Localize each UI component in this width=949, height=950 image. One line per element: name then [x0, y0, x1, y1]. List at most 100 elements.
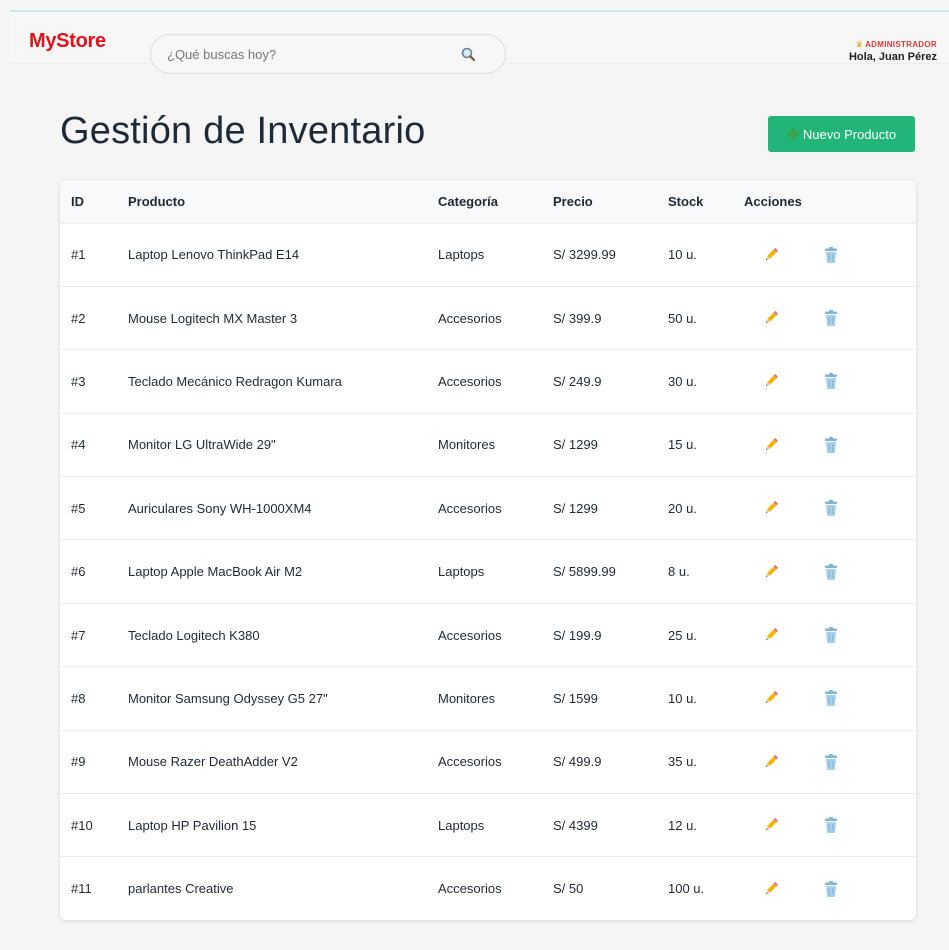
trash-icon[interactable] — [820, 814, 842, 836]
trash-icon[interactable] — [820, 370, 842, 392]
trash-icon[interactable] — [820, 307, 842, 329]
cell-category: Monitores — [438, 437, 496, 453]
table-row: #3 Teclado Mecánico Redragon Kumara Acceso… — [60, 349, 916, 413]
cell-actions — [744, 540, 916, 603]
cell-price: S/ 5899.99 — [553, 564, 616, 580]
cell-price: S/ 1299 — [553, 437, 598, 453]
cell-stock: 100 u. — [668, 881, 705, 897]
brand-logo[interactable]: MyStore — [29, 30, 106, 53]
pencil-icon[interactable] — [760, 878, 782, 900]
table-row: #9 Mouse Razer DeathAdder V2 Accesorios S/ … — [60, 730, 916, 793]
table-row: #2 Mouse Logitech MX Master 3 Accesorios S/… — [60, 286, 916, 349]
cell-stock: 8 u. — [668, 564, 690, 580]
trash-icon[interactable] — [820, 244, 842, 266]
cell-stock: 50 u. — [668, 310, 697, 326]
trash-icon[interactable] — [820, 434, 842, 456]
plus-icon — [786, 128, 799, 140]
cell-price: S/ 1299 — [553, 500, 598, 516]
pencil-icon[interactable] — [760, 751, 782, 773]
cell-id: #1 — [71, 247, 86, 263]
cell-actions — [744, 794, 916, 857]
cell-price: S/ 1599 — [553, 690, 598, 706]
pencil-icon[interactable] — [760, 434, 782, 456]
table-row: #7 Teclado Logitech K380 Accesorios S/ 199.… — [60, 603, 916, 666]
trash-icon[interactable] — [820, 497, 842, 519]
row-actions — [744, 878, 916, 900]
cell-actions — [744, 413, 916, 476]
cell-price: S/ 50 — [553, 881, 584, 897]
cell-category: Accesorios — [438, 754, 502, 770]
cell-product: Teclado Mecánico Redragon Kumara — [128, 373, 342, 389]
user-greeting: Hola, Juan Pérez — [848, 51, 937, 63]
cell-category: Accesorios — [438, 500, 502, 516]
inventory-table-card: ID Producto Categoría Precio Stock Accio… — [60, 180, 916, 920]
cell-stock: 15 u. — [668, 437, 697, 453]
row-actions — [744, 497, 916, 519]
pencil-icon[interactable] — [760, 624, 782, 646]
cell-stock: 35 u. — [668, 754, 697, 770]
pencil-icon[interactable] — [760, 370, 782, 392]
cell-price: S/ 3299.99 — [553, 247, 616, 263]
row-actions — [744, 624, 916, 646]
table-row: #11 parlantes Creative Accesorios S/ 50 100 … — [60, 856, 916, 920]
cell-category: Accesorios — [438, 881, 502, 897]
cell-stock: 20 u. — [668, 500, 697, 516]
pencil-icon[interactable] — [760, 307, 782, 329]
cell-category: Laptops — [438, 564, 485, 580]
cell-actions — [744, 667, 916, 730]
pencil-icon[interactable] — [760, 687, 782, 709]
cell-id: #11 — [71, 881, 92, 897]
cell-id: #8 — [71, 690, 86, 706]
cell-actions — [744, 223, 916, 286]
table-row: #8 Monitor Samsung Odyssey G5 27" Monitore… — [60, 666, 916, 730]
trash-icon[interactable] — [820, 624, 842, 646]
cell-id: #2 — [71, 310, 86, 326]
search-bar[interactable] — [150, 34, 506, 74]
cell-stock: 25 u. — [668, 627, 697, 643]
new-product-label: Nuevo Producto — [802, 126, 897, 142]
cell-product: Laptop Apple MacBook Air M2 — [128, 564, 303, 580]
table-row: #10 Laptop HP Pavilion 15 Laptops S/ 4399 12… — [60, 793, 916, 857]
header-price: Precio — [553, 193, 593, 209]
cell-id: #7 — [71, 627, 86, 643]
pencil-icon[interactable] — [760, 561, 782, 583]
header-stock: Stock — [668, 193, 704, 209]
row-actions — [744, 751, 916, 773]
cell-actions — [744, 286, 916, 349]
trash-icon[interactable] — [820, 687, 842, 709]
pencil-icon[interactable] — [760, 497, 782, 519]
crown-icon: ♛ — [855, 40, 864, 49]
header-id: ID — [71, 193, 84, 209]
row-actions — [744, 434, 916, 456]
cell-actions — [744, 857, 916, 920]
cell-product: Laptop HP Pavilion 15 — [128, 817, 257, 833]
cell-stock: 12 u. — [668, 817, 697, 833]
cell-actions — [744, 350, 916, 413]
header-category: Categoría — [438, 193, 498, 209]
cell-stock: 10 u. — [668, 690, 697, 706]
cell-id: #4 — [71, 437, 86, 453]
trash-icon[interactable] — [820, 751, 842, 773]
cell-product: Mouse Razer DeathAdder V2 — [128, 754, 298, 770]
new-product-button[interactable]: Nuevo Producto — [768, 116, 915, 152]
pencil-icon[interactable] — [760, 814, 782, 836]
trash-icon[interactable] — [820, 561, 842, 583]
cell-product: Auriculares Sony WH-1000XM4 — [128, 500, 312, 516]
row-actions — [744, 370, 916, 392]
table-row: #1 Laptop Lenovo ThinkPad E14 Laptops S/ 32… — [60, 223, 916, 286]
cell-id: #10 — [71, 817, 93, 833]
page-title: Gestión de Inventario — [60, 110, 426, 152]
cell-category: Accesorios — [438, 310, 502, 326]
trash-icon[interactable] — [820, 878, 842, 900]
search-icon[interactable] — [459, 45, 479, 65]
cell-id: #3 — [71, 373, 86, 389]
pencil-icon[interactable] — [760, 244, 782, 266]
cell-category: Laptops — [438, 817, 485, 833]
cell-category: Accesorios — [438, 373, 502, 389]
cell-actions — [744, 730, 916, 793]
row-actions — [744, 561, 916, 583]
search-input[interactable] — [167, 45, 447, 63]
cell-actions — [744, 603, 916, 666]
cell-product: Monitor LG UltraWide 29" — [128, 437, 276, 453]
user-info[interactable]: ♛ ADMINISTRADOR Hola, Juan Pérez — [849, 40, 937, 63]
